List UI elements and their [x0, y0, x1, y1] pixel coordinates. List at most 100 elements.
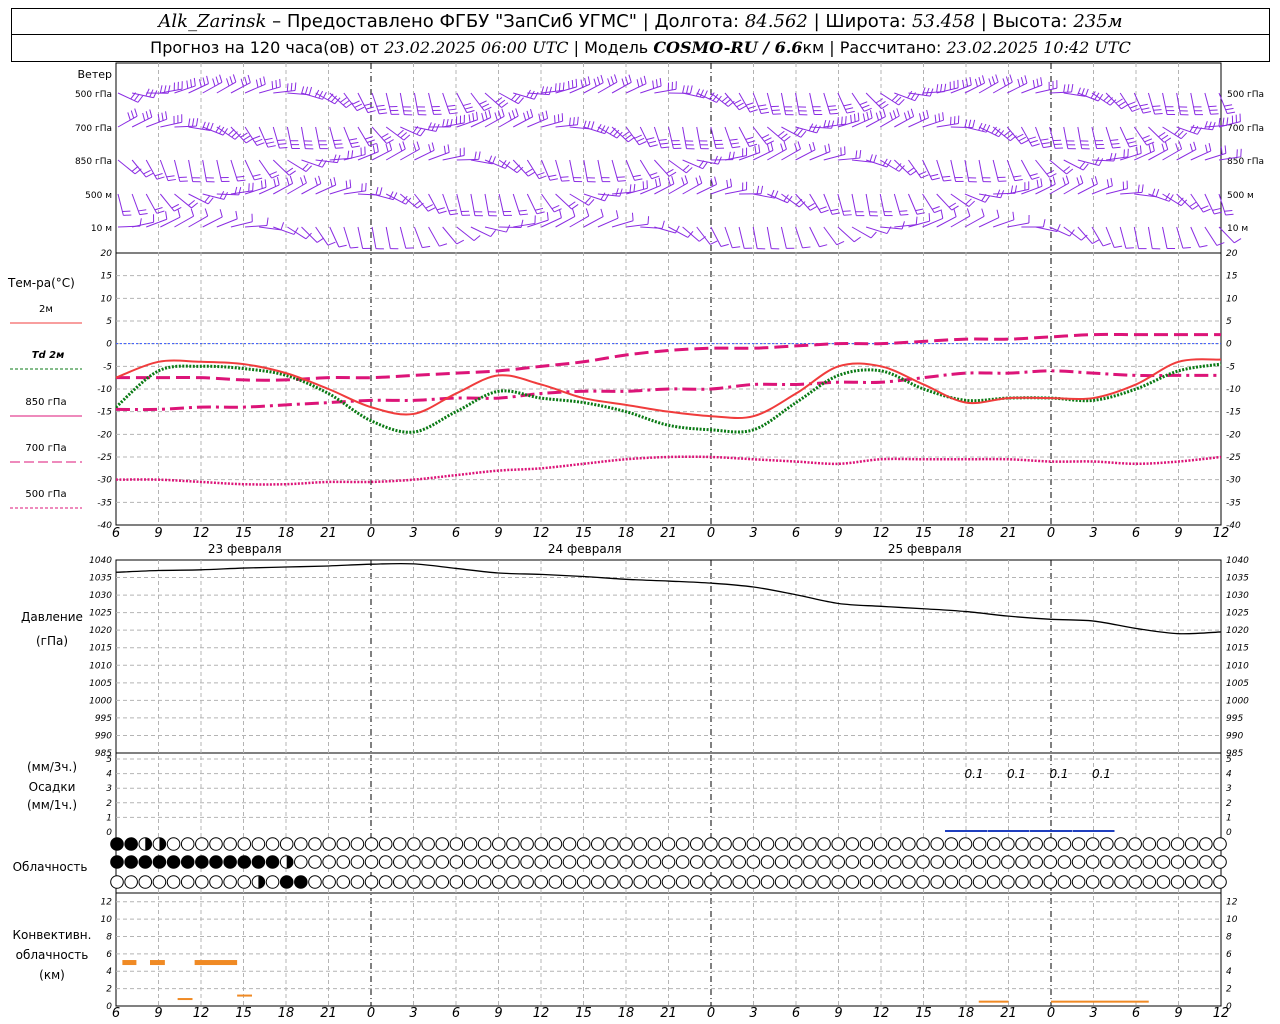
wind-barb-feather — [1175, 143, 1179, 152]
cloud-circle — [520, 837, 534, 851]
cloud-circle — [166, 875, 181, 889]
wind-barb-feather — [219, 209, 223, 218]
x-tick-label: 0 — [367, 1006, 375, 1021]
wind-barb-feather — [318, 175, 322, 184]
wind-barb-feather — [483, 106, 492, 112]
cloud-circle — [378, 855, 393, 869]
wind-barb-feather — [1203, 208, 1211, 213]
cloud-circle — [1213, 875, 1227, 889]
cloud-circle — [1029, 855, 1043, 869]
wind-barb-feather — [383, 136, 392, 141]
cloud-circle — [492, 837, 506, 851]
wind-barb-shaft — [414, 193, 429, 212]
wind-barb-feather — [1010, 185, 1014, 194]
wind-barb-feather — [668, 171, 677, 177]
cloud-circle — [930, 837, 944, 851]
wind-barb-feather — [154, 207, 163, 211]
cloud-circle — [831, 837, 845, 851]
wind-barb-feather — [761, 111, 770, 115]
wind-barb-feather — [796, 129, 803, 136]
wind-barb-shaft — [795, 226, 803, 249]
wind-barb-feather — [729, 138, 738, 141]
cloud-circle — [294, 855, 308, 869]
wind-barb-feather — [892, 110, 897, 119]
wind-barb-feather — [145, 172, 154, 178]
wind-barb-feather — [749, 143, 758, 147]
wind-barb-feather — [1065, 175, 1070, 184]
wind-barb-feather — [305, 165, 312, 172]
wind-barb-feather — [206, 75, 209, 84]
cloud-circle — [803, 855, 817, 869]
wind-barb-shaft — [851, 226, 872, 239]
wind-level-label-left: 500 м — [85, 191, 112, 201]
wind-barb-feather — [259, 77, 263, 86]
cloud-circle — [124, 855, 138, 869]
cloud-circle — [1156, 875, 1171, 889]
wind-barb-feather — [266, 141, 275, 145]
wind-barb-feather — [857, 112, 860, 121]
wind-barb-shaft — [1204, 92, 1212, 115]
wind-barb-feather — [758, 144, 761, 153]
wind-barb-feather — [416, 141, 420, 150]
wind-barb-feather — [875, 112, 879, 121]
wind-barb-feather — [584, 197, 591, 204]
x-tick-label: 21 — [660, 1006, 677, 1021]
x-tick-label: 9 — [834, 1006, 842, 1021]
temp-tick-right: 20 — [1226, 249, 1238, 259]
wind-barb-feather — [948, 202, 957, 208]
cloud-circle — [1043, 837, 1058, 851]
cloud-circle — [1001, 875, 1015, 889]
wind-barb-feather — [156, 210, 165, 214]
wind-barb-feather — [338, 244, 347, 248]
wind-barb-shaft — [1006, 126, 1022, 145]
x-tick-label: 21 — [320, 1006, 337, 1021]
cloud-circle — [449, 837, 464, 851]
x-tick-label: 6 — [112, 526, 120, 541]
cloud-circle — [1170, 875, 1185, 889]
wind-barb-feather — [286, 177, 290, 186]
cloud-circle — [1184, 875, 1199, 889]
wind-barb-feather — [237, 179, 246, 182]
cloud-circle — [110, 855, 124, 869]
wind-barb-feather — [569, 117, 571, 126]
wind-barb-shaft — [766, 92, 774, 115]
wind-barb-feather — [153, 90, 158, 98]
wind-barb-feather — [195, 118, 199, 127]
conv-tick-left: 2 — [106, 985, 112, 995]
wind-barb-shaft — [654, 88, 677, 94]
wind-barb-feather — [617, 180, 626, 182]
cloud-circle — [364, 837, 379, 851]
wind-barb-feather — [1114, 245, 1123, 248]
wind-barb-feather — [247, 74, 251, 83]
wind-barb-feather — [273, 178, 277, 187]
cloud-circle — [661, 875, 676, 889]
conv-tick-right: 6 — [1226, 950, 1232, 960]
wind-barb-shaft — [245, 224, 268, 228]
wind-barb-feather — [661, 220, 665, 229]
temp-tick-left: 15 — [101, 272, 113, 282]
wind-barb-shaft — [188, 159, 194, 182]
x-tick-label: 21 — [320, 526, 337, 541]
pressure-tick-right: 1025 — [1226, 609, 1249, 619]
wind-barb-feather — [137, 95, 144, 103]
wind-barb-feather — [940, 83, 943, 92]
wind-barb-shaft — [470, 193, 476, 216]
wind-barb-feather — [520, 219, 524, 228]
wind-barb-feather — [684, 175, 689, 184]
wind-barb-shaft — [583, 159, 589, 182]
wind-barb-feather — [134, 108, 138, 117]
wind-barb-shaft — [795, 193, 811, 211]
wind-barb-feather — [559, 209, 562, 218]
precip-title: Осадки — [29, 780, 76, 794]
wind-barb-feather — [1141, 107, 1150, 111]
cloud-circle — [944, 875, 959, 889]
cloud-circle — [463, 875, 478, 889]
pressure-tick-right: 1015 — [1226, 644, 1249, 654]
x-tick-label: 12 — [533, 526, 550, 541]
cloud-circle — [675, 875, 690, 889]
wind-barb-feather — [942, 112, 944, 121]
wind-barb-shaft — [428, 92, 435, 115]
cloud-circle — [916, 837, 930, 851]
wind-barb-shaft — [724, 189, 747, 195]
date-label: 23 февраля — [208, 542, 282, 556]
